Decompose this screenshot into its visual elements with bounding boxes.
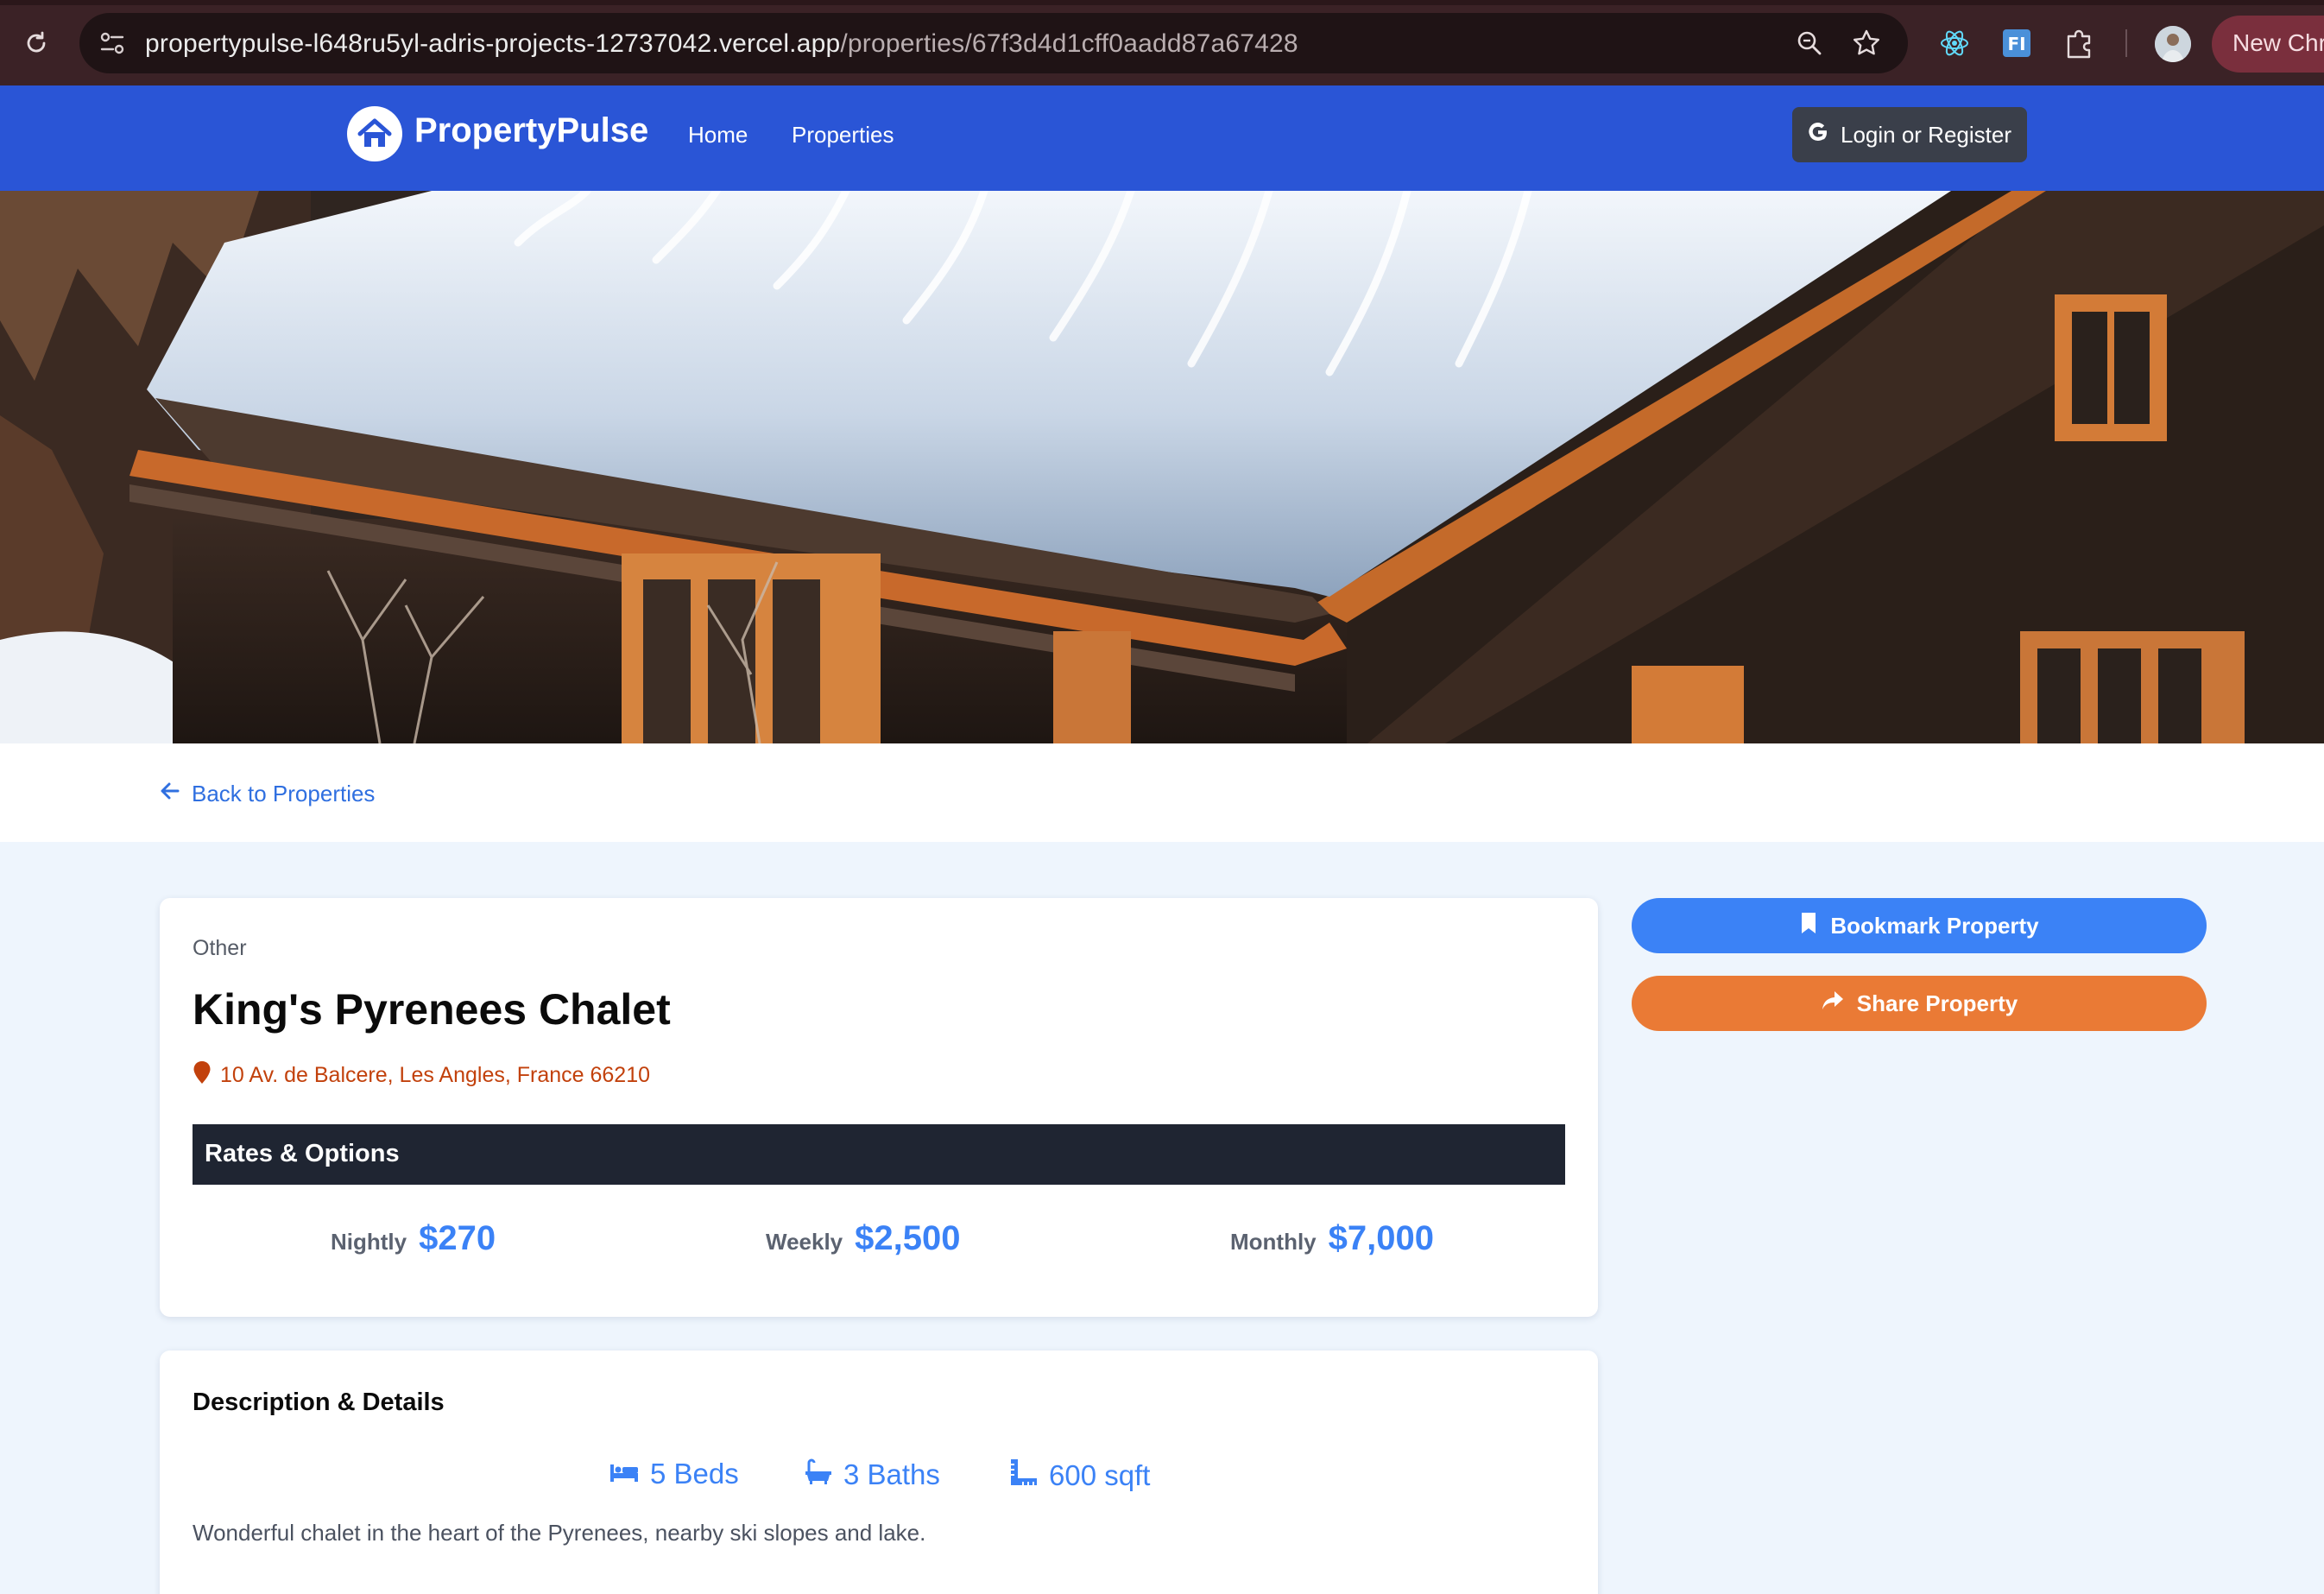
bookmark-property-button[interactable]: Bookmark Property xyxy=(1632,898,2207,953)
star-icon[interactable] xyxy=(1851,28,1882,59)
property-address: 10 Av. de Balcere, Les Angles, France 66… xyxy=(193,1060,650,1091)
tab-strip-edge xyxy=(0,0,2324,5)
rate-value: $270 xyxy=(419,1219,496,1257)
beds-label: 5 Beds xyxy=(650,1458,739,1490)
map-marker-icon xyxy=(193,1060,212,1091)
url-host: propertypulse-l648ru5yl-adris-projects-1… xyxy=(145,29,841,58)
nav-link-home[interactable]: Home xyxy=(688,122,748,149)
google-icon xyxy=(1806,120,1830,150)
new-chrome-button[interactable]: New Chro xyxy=(2212,16,2324,73)
address-bar[interactable]: propertypulse-l648ru5yl-adris-projects-1… xyxy=(79,13,1908,73)
baths-label: 3 Baths xyxy=(843,1458,940,1490)
rate-label: Monthly xyxy=(1230,1229,1317,1255)
property-type: Other xyxy=(193,936,247,960)
extensions-puzzle-icon[interactable] xyxy=(2062,26,2096,60)
site-navbar: PropertyPulse Home Properties Login or R… xyxy=(0,85,2324,191)
share-label: Share Property xyxy=(1856,990,2018,1016)
rate-weekly: Weekly $2,500 xyxy=(766,1219,960,1258)
description-card: Description & Details 5 Beds 3 Baths 600… xyxy=(160,1350,1598,1594)
url-path: /properties/67f3d4d1cff0aadd87a67428 xyxy=(840,29,1298,58)
login-register-label: Login or Register xyxy=(1841,121,2011,148)
house-logo-icon[interactable] xyxy=(347,106,402,161)
bed-icon xyxy=(609,1458,640,1490)
share-property-button[interactable]: Share Property xyxy=(1632,976,2207,1031)
address-text: 10 Av. de Balcere, Les Angles, France 66… xyxy=(220,1063,651,1087)
login-register-button[interactable]: Login or Register xyxy=(1792,107,2027,162)
svg-text:FI: FI xyxy=(2007,34,2025,54)
site-info-icon[interactable] xyxy=(97,28,128,59)
url-text: propertypulse-l648ru5yl-adris-projects-1… xyxy=(145,29,1298,59)
browser-toolbar: propertypulse-l648ru5yl-adris-projects-1… xyxy=(0,0,2324,85)
brand-name[interactable]: PropertyPulse xyxy=(414,111,648,150)
description-text: Wonderful chalet in the heart of the Pyr… xyxy=(193,1520,926,1546)
description-title: Description & Details xyxy=(193,1388,445,1416)
back-to-properties-link[interactable]: Back to Properties xyxy=(159,780,375,808)
sqft-label: 600 sqft xyxy=(1049,1459,1151,1491)
baths-feature: 3 Baths xyxy=(804,1458,940,1492)
bookmark-icon xyxy=(1799,911,1818,941)
arrow-left-icon xyxy=(159,780,181,808)
bath-icon xyxy=(804,1458,833,1492)
rate-value: $7,000 xyxy=(1328,1219,1434,1257)
fi-extension-icon[interactable]: FI xyxy=(1999,26,2034,60)
property-hero-image xyxy=(0,191,2324,743)
rate-nightly: Nightly $270 xyxy=(331,1219,496,1258)
profile-avatar[interactable] xyxy=(2155,26,2191,62)
beds-feature: 5 Beds xyxy=(609,1458,739,1490)
share-icon xyxy=(1821,990,1845,1018)
rate-label: Weekly xyxy=(766,1229,843,1255)
back-link-label: Back to Properties xyxy=(192,781,376,806)
nav-link-properties[interactable]: Properties xyxy=(792,122,894,149)
toolbar-divider xyxy=(2125,29,2127,57)
property-info-card: Other King's Pyrenees Chalet 10 Av. de B… xyxy=(160,898,1598,1317)
rate-label: Nightly xyxy=(331,1229,407,1255)
react-devtools-icon[interactable] xyxy=(1937,26,1972,60)
back-link-bar: Back to Properties xyxy=(0,743,2324,842)
rates-header: Rates & Options xyxy=(193,1124,1565,1185)
reload-icon[interactable] xyxy=(19,26,54,60)
zoom-icon[interactable] xyxy=(1794,28,1825,59)
property-name: King's Pyrenees Chalet xyxy=(193,985,671,1034)
rate-monthly: Monthly $7,000 xyxy=(1230,1219,1434,1258)
bookmark-label: Bookmark Property xyxy=(1830,912,2039,939)
rate-value: $2,500 xyxy=(855,1219,961,1257)
ruler-combined-icon xyxy=(1009,1458,1039,1494)
sqft-feature: 600 sqft xyxy=(1009,1458,1150,1494)
